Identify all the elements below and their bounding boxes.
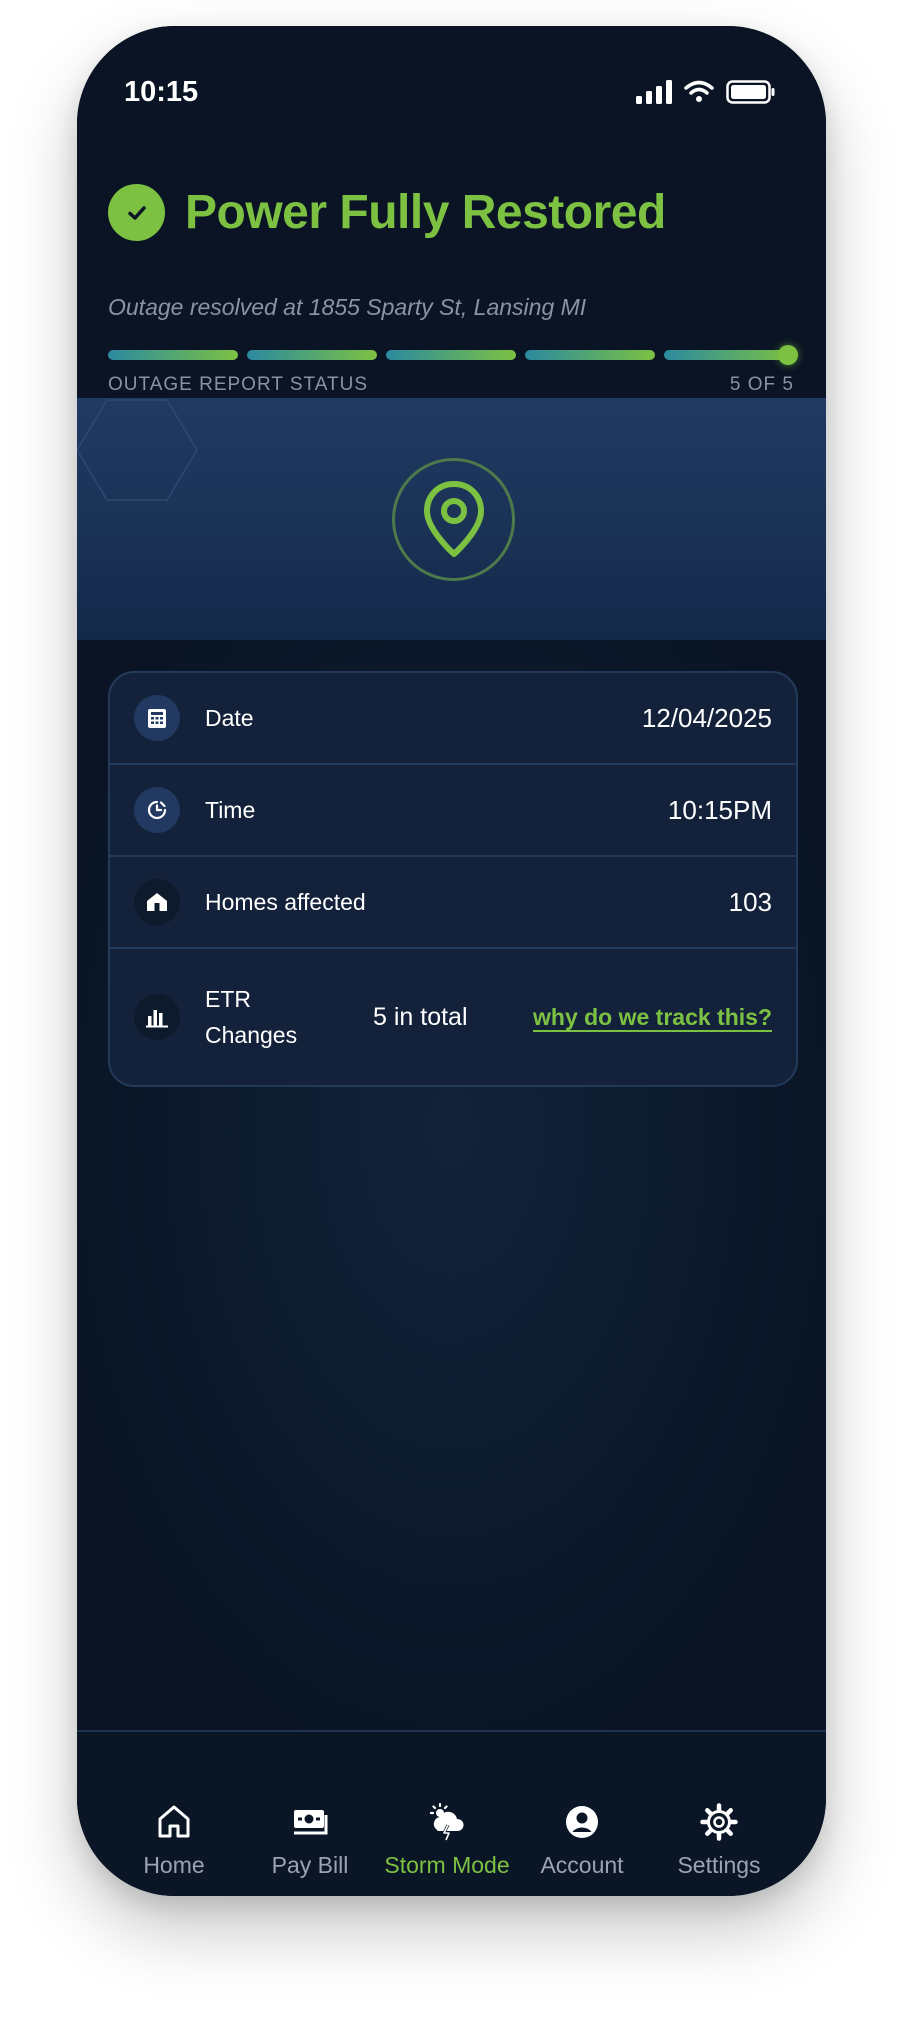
wifi-icon	[684, 80, 714, 102]
progress-segment	[386, 350, 516, 360]
progress-segment	[247, 350, 377, 360]
tab-home-label: Home	[143, 1852, 205, 1878]
outage-address: Outage resolved at 1855 Sparty St, Lansi…	[108, 294, 587, 320]
progress-segment	[664, 350, 794, 360]
etr-label-line1: ETR	[205, 986, 251, 1012]
gear-icon	[649, 1800, 789, 1844]
homes-value: 103	[728, 886, 772, 917]
tab-storm-mode-label: Storm Mode	[384, 1852, 510, 1878]
status-time: 10:15	[124, 76, 199, 108]
etr-label: ETR Changes	[205, 981, 355, 1053]
bar-chart-icon	[134, 994, 180, 1040]
progress-segment	[525, 350, 655, 360]
date-label: Date	[205, 704, 254, 731]
tab-account-label: Account	[540, 1852, 624, 1878]
why-track-link[interactable]: why do we track this?	[533, 1004, 772, 1031]
signal-icon	[636, 80, 672, 104]
time-label: Time	[205, 796, 256, 823]
house-icon	[134, 879, 180, 925]
tab-pay-bill-label: Pay Bill	[271, 1852, 349, 1878]
bottom-tab-bar: Home Pay Bill Storm Mode Account Setting…	[77, 1730, 826, 1896]
tab-pay-bill[interactable]: Pay Bill	[240, 1800, 380, 1879]
progress-indicator	[778, 345, 798, 365]
date-value: 12/04/2025	[641, 702, 772, 733]
calendar-icon	[134, 695, 180, 741]
home-icon	[104, 1800, 244, 1844]
date-row: Date 12/04/2025	[110, 673, 796, 765]
header: 10:15 Power Fully Restored Outage resolv…	[77, 26, 826, 398]
progress-bar	[108, 345, 798, 365]
title-row: Power Fully Restored	[108, 184, 666, 241]
etr-row: ETR Changes 5 in total why do we track t…	[110, 949, 796, 1085]
etr-value: 5 in total	[373, 1002, 468, 1031]
storm-icon	[377, 1800, 517, 1844]
check-icon	[108, 184, 165, 241]
homes-label: Homes affected	[205, 888, 366, 915]
tab-settings[interactable]: Settings	[649, 1800, 789, 1879]
progress-label-row: OUTAGE REPORT STATUS 5 OF 5	[108, 374, 794, 396]
hero-banner	[77, 398, 826, 640]
progress-count: 5 OF 5	[729, 374, 794, 395]
time-value: 10:15PM	[667, 794, 772, 825]
tab-home[interactable]: Home	[104, 1800, 244, 1879]
hexagon-decoration	[77, 399, 198, 501]
bill-icon	[240, 1800, 380, 1844]
outage-details-card: Date 12/04/2025 Time 10:15PM Homes affec…	[108, 671, 798, 1087]
tab-settings-label: Settings	[677, 1852, 761, 1878]
progress-segment	[108, 350, 238, 360]
page-title: Power Fully Restored	[185, 186, 666, 239]
progress-label: OUTAGE REPORT STATUS	[108, 374, 368, 395]
phone-screen: 10:15 Power Fully Restored Outage resolv…	[77, 26, 826, 1896]
tab-storm-mode[interactable]: Storm Mode	[377, 1800, 517, 1879]
tab-account[interactable]: Account	[512, 1800, 652, 1879]
clock-icon	[134, 787, 180, 833]
status-bar: 10:15	[77, 26, 826, 156]
battery-icon	[726, 80, 775, 104]
location-pin-icon	[392, 458, 515, 581]
status-icons	[636, 80, 776, 104]
time-row: Time 10:15PM	[110, 765, 796, 857]
homes-row: Homes affected 103	[110, 857, 796, 949]
account-icon	[512, 1800, 652, 1844]
etr-label-line2: Changes	[205, 1022, 298, 1048]
